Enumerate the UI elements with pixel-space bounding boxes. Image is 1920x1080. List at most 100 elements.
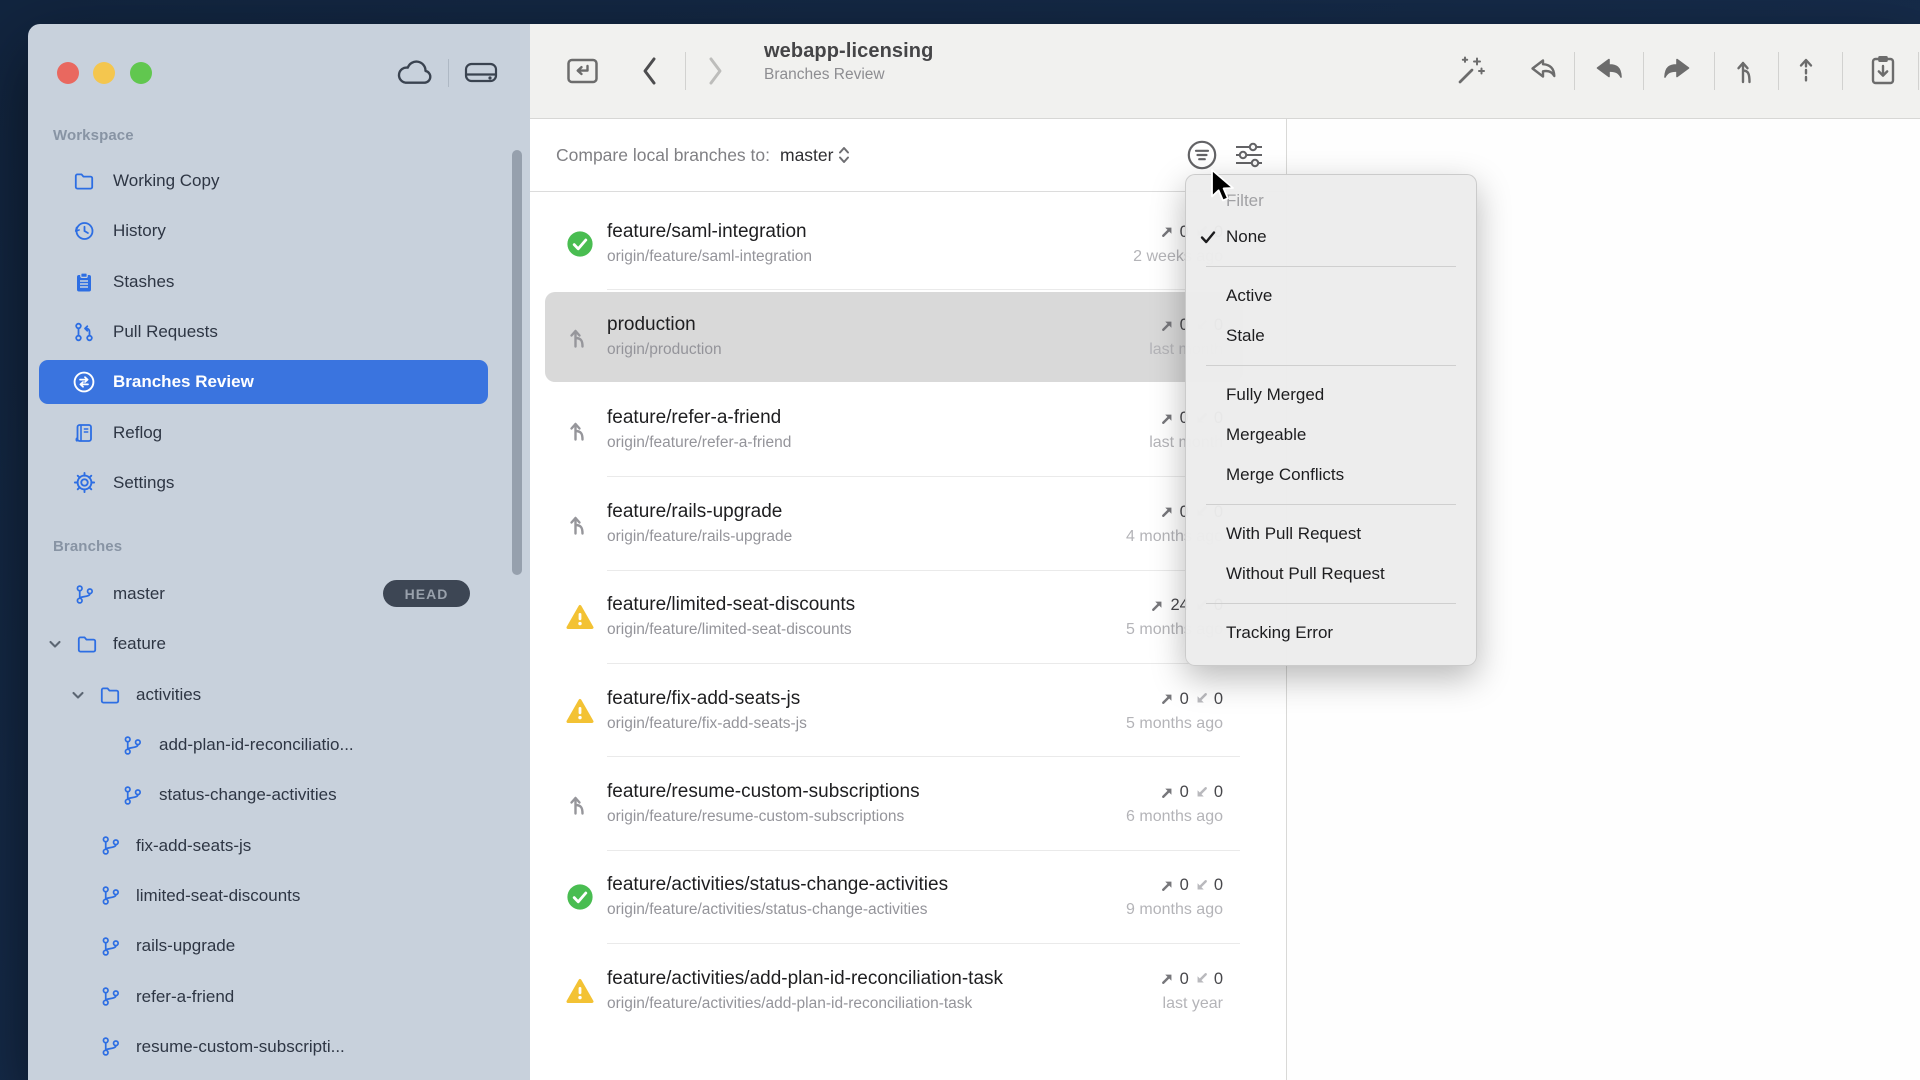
filter-option-mergeable[interactable]: Mergeable xyxy=(1186,415,1476,455)
branches-list-pane: Compare local branches to: master xyxy=(530,119,1287,1080)
folder-icon xyxy=(98,683,122,707)
sidebar-branch-limited-seat[interactable]: limited-seat-discounts xyxy=(28,871,530,921)
gear-icon xyxy=(72,471,96,495)
reflog-journal-icon xyxy=(72,421,96,445)
head-badge: HEAD xyxy=(383,580,470,607)
forward-button[interactable] xyxy=(704,54,726,88)
sidebar-branch-fix-add-seats[interactable]: fix-add-seats-js xyxy=(28,820,530,870)
quick-actions-wand-icon[interactable] xyxy=(1453,53,1489,89)
sidebar-item-history[interactable]: History xyxy=(28,206,530,256)
filter-option-active[interactable]: Active xyxy=(1186,276,1476,316)
toolbar-divider xyxy=(1714,52,1715,90)
ahead-arrow-icon xyxy=(1160,785,1175,800)
back-button[interactable] xyxy=(639,54,661,88)
ahead-arrow-icon xyxy=(1160,224,1175,239)
stash-clipboard-down-icon[interactable] xyxy=(1864,52,1902,90)
merge-branch-icon[interactable] xyxy=(1730,53,1762,89)
zoom-window-button[interactable] xyxy=(130,62,152,84)
view-subtitle: Branches Review xyxy=(764,66,933,84)
toolbar-divider xyxy=(1918,52,1919,90)
toolbar: webapp-licensing Branches Review xyxy=(530,24,1920,119)
workspace-section-header: Workspace xyxy=(53,127,134,144)
filter-option-fully-merged[interactable]: Fully Merged xyxy=(1186,375,1476,415)
desktop-background: Workspace Working Copy History xyxy=(0,0,1920,1080)
git-branch-icon xyxy=(98,834,122,858)
toolbar-divider xyxy=(1778,52,1779,90)
branch-row[interactable]: feature/saml-integrationorigin/feature/s… xyxy=(530,197,1286,290)
merged-check-icon xyxy=(566,230,594,258)
app-window: Workspace Working Copy History xyxy=(28,24,1920,1080)
filter-option-without-pull-request[interactable]: Without Pull Request xyxy=(1186,554,1476,594)
local-repositories-icon[interactable] xyxy=(461,58,501,88)
tracking-branch-icon xyxy=(566,510,594,538)
sidebar-item-settings[interactable]: Settings xyxy=(28,458,530,508)
toolbar-divider xyxy=(1574,52,1575,90)
behind-arrow-icon xyxy=(1194,971,1209,986)
minimize-window-button[interactable] xyxy=(93,62,115,84)
pull-arrow-icon[interactable] xyxy=(1590,53,1628,89)
pull-request-icon xyxy=(72,320,96,344)
chevron-down-icon[interactable] xyxy=(70,687,86,703)
sidebar-branch-rails-upgrade[interactable]: rails-upgrade xyxy=(28,921,530,971)
sidebar-branch-refer-a-friend[interactable]: refer-a-friend xyxy=(28,971,530,1021)
sidebar-item-branches-review[interactable]: Branches Review xyxy=(28,357,530,407)
branch-row[interactable]: feature/rails-upgradeorigin/feature/rail… xyxy=(530,477,1286,570)
filter-option-stale[interactable]: Stale xyxy=(1186,316,1476,356)
filter-option-with-pull-request[interactable]: With Pull Request xyxy=(1186,514,1476,554)
close-window-button[interactable] xyxy=(57,62,79,84)
force-push-dashed-arrow-icon[interactable] xyxy=(1790,53,1822,89)
menu-divider xyxy=(1206,504,1456,505)
ahead-behind-counts: 0 0 xyxy=(1126,687,1223,711)
chevron-down-icon[interactable] xyxy=(47,636,63,652)
sidebar-folder-feature[interactable]: feature xyxy=(28,619,530,669)
branch-row[interactable]: feature/activities/status-change-activit… xyxy=(530,851,1286,944)
git-branch-icon xyxy=(98,934,122,958)
filter-option-none[interactable]: None xyxy=(1186,217,1476,257)
behind-arrow-icon xyxy=(1194,691,1209,706)
tracking-branch-icon xyxy=(566,790,594,818)
history-clock-icon xyxy=(72,219,96,243)
sidebar: Workspace Working Copy History xyxy=(28,24,530,1080)
filter-option-merge-conflicts[interactable]: Merge Conflicts xyxy=(1186,455,1476,495)
sidebar-item-reflog[interactable]: Reflog xyxy=(28,407,530,457)
ahead-behind-counts: 0 0 xyxy=(1126,873,1223,897)
push-arrow-icon[interactable] xyxy=(1658,53,1696,89)
branch-row[interactable]: feature/limited-seat-discountsorigin/fea… xyxy=(530,571,1286,664)
sidebar-branch-add-plan-id[interactable]: add-plan-id-reconciliatio... xyxy=(28,720,530,770)
tracking-branch-icon xyxy=(566,416,594,444)
last-activity-date: 5 months ago xyxy=(1126,713,1223,735)
ahead-behind-counts: 0 0 xyxy=(1160,967,1223,991)
branch-row[interactable]: feature/refer-a-friendorigin/feature/ref… xyxy=(530,384,1286,477)
sidebar-folder-activities[interactable]: activities xyxy=(28,670,530,720)
cloud-services-icon[interactable] xyxy=(394,58,436,88)
fetch-arrow-icon[interactable] xyxy=(1523,53,1561,89)
open-repository-icon[interactable] xyxy=(564,53,601,89)
checkmark-icon xyxy=(1199,228,1217,246)
branch-row[interactable]: feature/fix-add-seats-jsorigin/feature/f… xyxy=(530,664,1286,757)
mouse-cursor xyxy=(1209,168,1238,203)
filter-option-tracking-error[interactable]: Tracking Error xyxy=(1186,613,1476,653)
menu-divider xyxy=(1206,365,1456,366)
sidebar-branch-status-change[interactable]: status-change-activities xyxy=(28,770,530,820)
branch-row-selected[interactable]: productionorigin/production 0 0 last mon… xyxy=(530,290,1286,383)
last-activity-date: 6 months ago xyxy=(1126,806,1223,828)
branch-row[interactable]: feature/activities/add-plan-id-reconcili… xyxy=(530,944,1286,1037)
compare-branch-selector[interactable]: master xyxy=(780,144,851,166)
sidebar-item-pull-requests[interactable]: Pull Requests xyxy=(28,307,530,357)
warning-triangle-icon xyxy=(566,603,594,631)
folder-icon xyxy=(72,169,96,193)
sidebar-item-stashes[interactable]: Stashes xyxy=(28,257,530,307)
sidebar-scrollbar-thumb[interactable] xyxy=(512,150,522,575)
git-branch-icon xyxy=(98,1035,122,1059)
git-branch-icon xyxy=(72,582,96,606)
branch-row[interactable]: feature/resume-custom-subscriptionsorigi… xyxy=(530,757,1286,850)
ahead-arrow-icon xyxy=(1160,971,1175,986)
behind-arrow-icon xyxy=(1194,785,1209,800)
git-branch-icon xyxy=(98,985,122,1009)
sidebar-branch-master[interactable]: master HEAD xyxy=(28,569,530,619)
sidebar-branch-resume-custom[interactable]: resume-custom-subscripti... xyxy=(28,1022,530,1072)
sidebar-item-working-copy[interactable]: Working Copy xyxy=(28,156,530,206)
folder-icon xyxy=(75,632,99,656)
ahead-arrow-icon xyxy=(1150,598,1165,613)
behind-arrow-icon xyxy=(1194,878,1209,893)
